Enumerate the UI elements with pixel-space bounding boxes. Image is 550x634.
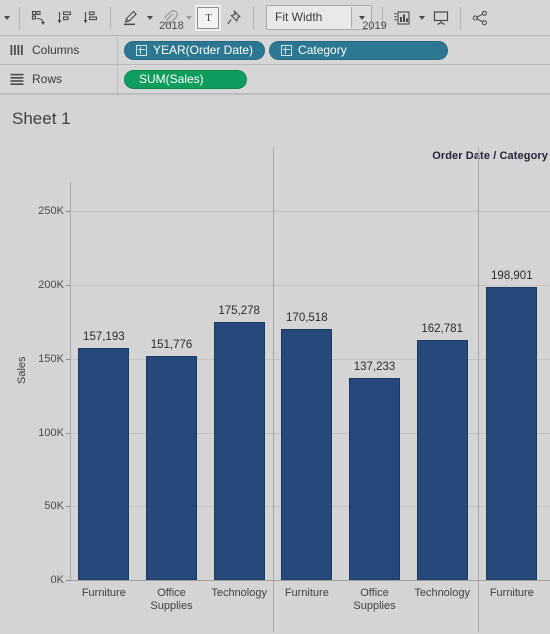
chart-plot-area: 157,193 151,776 175,278 170,518 137,233 162,7… <box>70 147 550 581</box>
pill-year-order-date[interactable]: YEAR(Order Date) <box>124 40 266 60</box>
columns-shelf-dropzone[interactable]: YEAR(Order Date) Category <box>118 36 550 64</box>
pill-label: SUM(Sales) <box>139 72 204 86</box>
bar-mark[interactable] <box>146 356 197 580</box>
bar-mark[interactable] <box>78 348 130 580</box>
y-axis-tick-label: 50K <box>44 500 64 513</box>
y-axis-tick-label: 250K <box>38 205 64 218</box>
bar-mark[interactable] <box>281 328 333 580</box>
toolbar-separator <box>19 6 20 29</box>
y-axis-tick-label: 150K <box>38 352 64 365</box>
expand-plus-icon[interactable] <box>136 44 147 56</box>
bar-mark[interactable] <box>486 286 538 580</box>
swap-rows-columns-icon <box>30 9 48 27</box>
bar-mark[interactable] <box>416 340 468 580</box>
sheet-title[interactable]: Sheet 1 <box>12 109 71 129</box>
rows-shelf-title: Rows <box>32 72 63 86</box>
expand-plus-icon[interactable] <box>281 44 293 56</box>
y-axis-tick-label: 0K <box>50 574 64 586</box>
bar-mark[interactable] <box>213 321 265 580</box>
rows-shelf[interactable]: Rows SUM(Sales) <box>0 65 550 94</box>
column-header-year[interactable]: 2018 <box>70 16 273 35</box>
x-axis-category-label[interactable]: Furniture <box>273 587 341 600</box>
y-axis-tick-mark <box>66 285 70 287</box>
columns-shelf-title: Columns <box>32 43 80 57</box>
rows-icon <box>8 73 26 85</box>
swap-rows-columns-button[interactable] <box>26 5 52 31</box>
bar-value-label: 162,781 <box>421 323 463 336</box>
bar-value-label: 137,233 <box>353 360 396 373</box>
columns-shelf-label: Columns <box>0 36 118 64</box>
pane-divider <box>273 147 274 580</box>
tableau-worksheet-window: T Fit Width Columns YEAR(Order Date) Cat… <box>0 0 550 634</box>
y-axis-tick-mark <box>66 580 70 581</box>
columns-icon <box>8 44 26 56</box>
pill-label: Category <box>298 43 347 57</box>
column-header-year[interactable]: 2019 <box>273 16 476 35</box>
bar-mark[interactable] <box>349 377 400 580</box>
bar-value-label: 151,776 <box>150 339 193 352</box>
y-axis-tick-mark <box>66 358 70 360</box>
column-field-caption[interactable]: Order Date / Category <box>432 150 548 162</box>
x-axis-category-label[interactable]: Technology <box>205 587 273 600</box>
bar-value-label: 198,901 <box>491 269 533 282</box>
rows-shelf-label: Rows <box>0 65 118 93</box>
y-axis-line <box>70 182 71 580</box>
rows-shelf-dropzone[interactable]: SUM(Sales) <box>118 65 550 93</box>
bar-value-label: 170,518 <box>286 311 328 324</box>
pill-label: YEAR(Order Date) <box>153 43 254 57</box>
x-axis-category-label[interactable]: Technology <box>408 587 476 600</box>
columns-shelf[interactable]: Columns YEAR(Order Date) Category <box>0 36 550 65</box>
y-axis-tick-mark <box>66 211 70 213</box>
x-axis-category-label[interactable]: Furniture <box>70 587 138 600</box>
y-axis-tick-mark <box>66 432 70 434</box>
x-axis-category-label[interactable]: Office Supplies <box>341 587 409 613</box>
pill-category[interactable]: Category <box>269 40 448 60</box>
y-axis-tick-label: 200K <box>38 279 64 292</box>
toolbar-overflow-caret-icon[interactable] <box>0 5 13 31</box>
pane-divider <box>478 147 479 580</box>
x-axis-category-label[interactable]: Furniture <box>478 587 546 600</box>
y-axis-tick-label: 100K <box>38 426 64 439</box>
y-axis-title[interactable]: Sales <box>16 356 28 384</box>
y-axis-tick-mark <box>66 506 70 508</box>
pill-sum-sales[interactable]: SUM(Sales) <box>124 69 247 89</box>
x-axis-category-label[interactable]: Office Supplies <box>138 587 206 613</box>
